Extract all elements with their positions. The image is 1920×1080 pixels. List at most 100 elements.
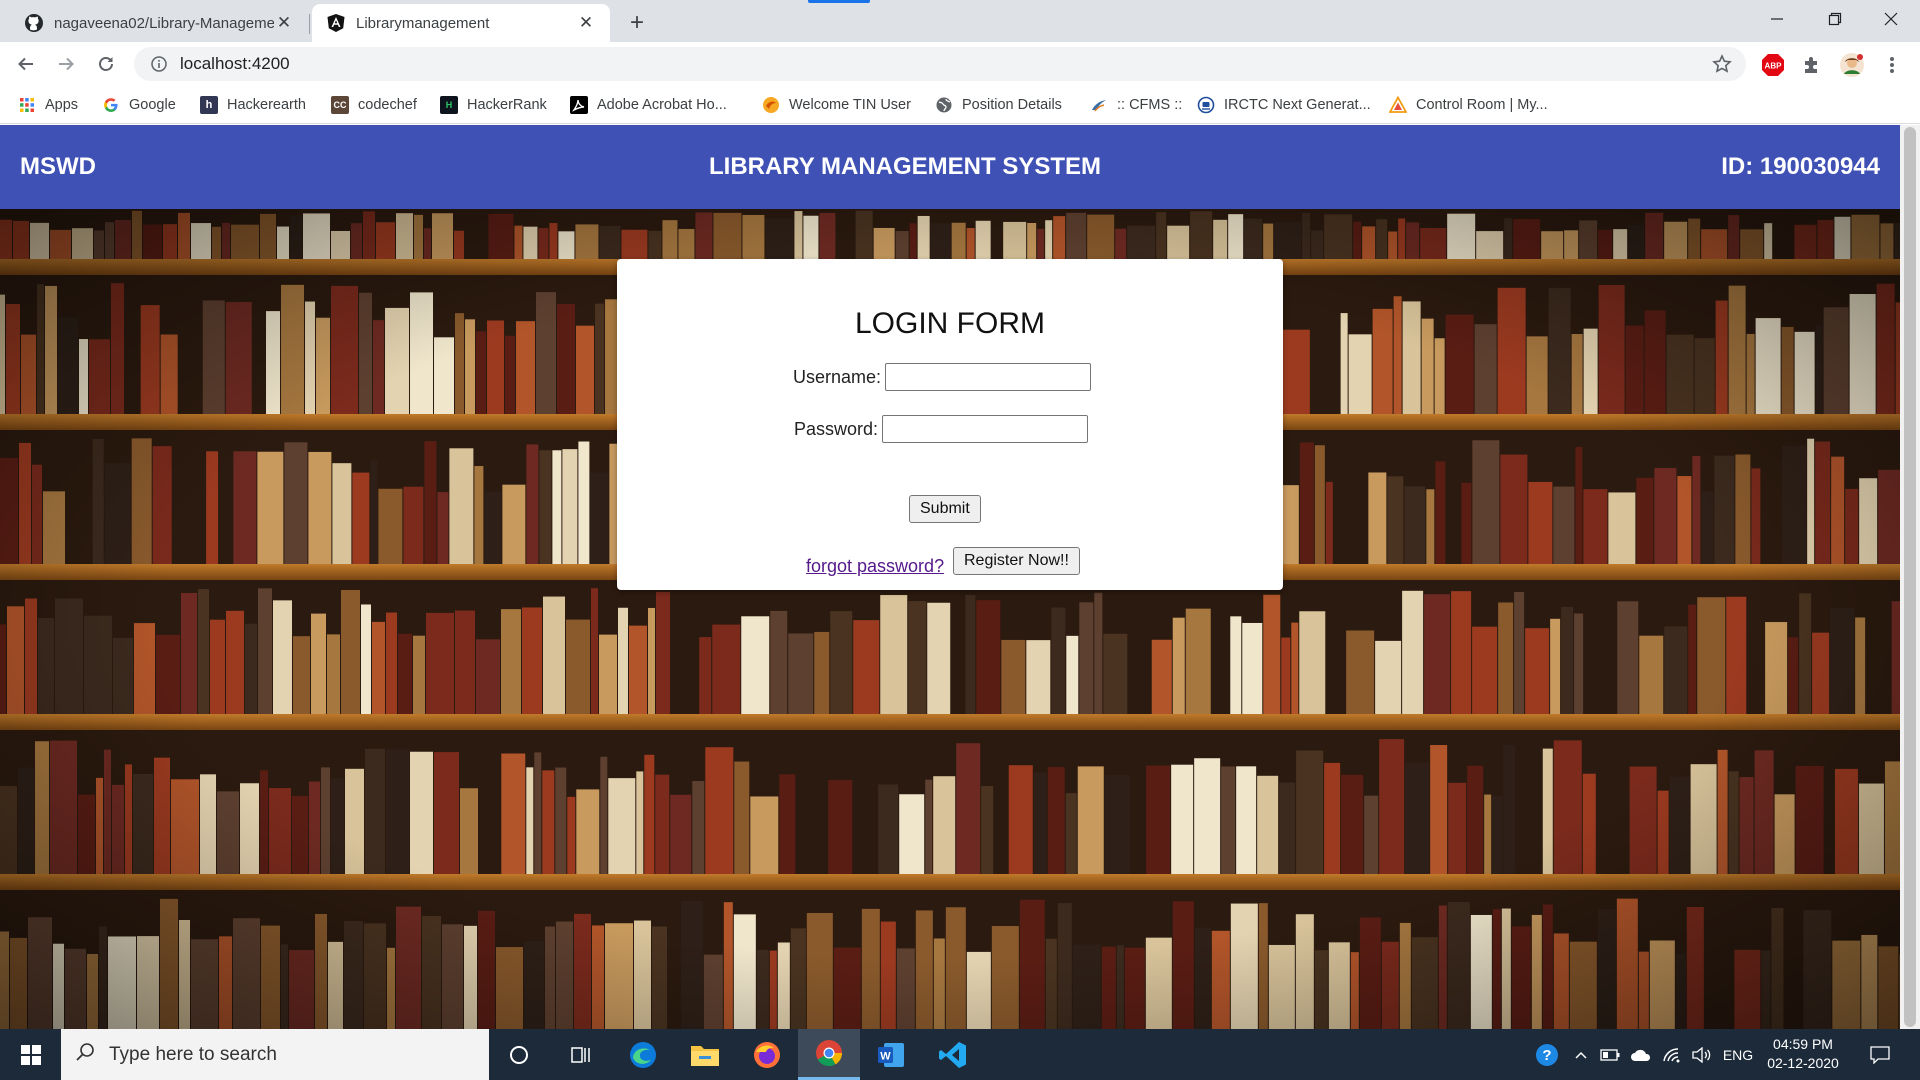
windows-start-icon[interactable] (0, 1029, 62, 1080)
password-row: Password: (794, 415, 1089, 443)
user-id-label: ID: 190030944 (1721, 153, 1880, 180)
bookmark-cfms[interactable]: :: CFMS :: (1090, 94, 1182, 116)
language-indicator[interactable]: ENG (1718, 1029, 1758, 1080)
bookmark-irctc[interactable]: IRCTC Next Generat... (1197, 94, 1371, 116)
vscode-icon[interactable] (922, 1029, 984, 1080)
username-label: Username: (793, 366, 882, 387)
wifi-icon[interactable] (1658, 1029, 1686, 1080)
angular-icon (326, 13, 346, 33)
adobe-acrobat-icon (570, 96, 588, 114)
chrome-icon[interactable] (798, 1029, 860, 1080)
svg-text:W: W (880, 1050, 891, 1062)
notifications-icon[interactable] (1860, 1029, 1900, 1080)
app-title: LIBRARY MANAGEMENT SYSTEM (708, 153, 1101, 180)
onedrive-icon[interactable] (1626, 1029, 1656, 1080)
close-tab-icon[interactable]: ✕ (576, 13, 596, 33)
password-input[interactable] (882, 415, 1089, 443)
system-clock[interactable]: 04:59 PM 02-12-2020 (1758, 1035, 1848, 1073)
password-label: Password: (794, 418, 879, 439)
bookmark-label: Adobe Acrobat Ho... (597, 97, 727, 113)
extensions-puzzle-icon[interactable] (1799, 52, 1825, 78)
file-explorer-icon[interactable] (674, 1029, 736, 1080)
info-icon[interactable] (148, 53, 170, 75)
login-form-title: LOGIN FORM (854, 307, 1045, 340)
forward-icon[interactable] (50, 48, 82, 80)
login-form-card: LOGIN FORM Username: Password: Submit fo… (617, 259, 1283, 590)
bookmark-label: Position Details (962, 97, 1062, 113)
bookmark-label: IRCTC Next Generat... (1224, 97, 1371, 113)
task-view-icon[interactable] (550, 1029, 612, 1080)
page-viewport: MSWD LIBRARY MANAGEMENT SYSTEM ID: 19003… (0, 125, 1900, 1029)
clock-date: 02-12-2020 (1767, 1055, 1839, 1071)
cortana-icon[interactable] (488, 1029, 550, 1080)
forgot-password-link[interactable]: forgot password? (806, 556, 944, 577)
apps-grid-icon (18, 96, 36, 114)
reload-icon[interactable] (90, 48, 122, 80)
bookmark-label: Welcome TIN User (789, 97, 911, 113)
search-icon (75, 1042, 95, 1068)
back-icon[interactable] (10, 48, 42, 80)
bookmark-codechef[interactable]: CC codechef (331, 94, 417, 116)
username-row: Username: (793, 363, 1092, 391)
new-tab-icon[interactable]: + (622, 8, 652, 38)
browser-menu-icon[interactable] (1879, 52, 1905, 78)
bookmark-hackerrank[interactable]: H HackerRank (440, 94, 547, 116)
tab-title: Librarymanagement (356, 14, 490, 32)
minimize-icon[interactable] (1748, 0, 1806, 38)
bookmark-hackerearth[interactable]: h Hackerearth (200, 94, 306, 116)
adblock-plus-icon[interactable]: ABP (1760, 52, 1786, 78)
bookmark-star-icon[interactable] (1712, 54, 1732, 79)
submit-button[interactable]: Submit (909, 495, 981, 523)
profile-avatar-icon[interactable] (1839, 52, 1865, 78)
bookmark-label: Apps (45, 97, 79, 113)
search-placeholder: Type here to search (109, 1043, 277, 1065)
codechef-icon: CC (331, 96, 349, 114)
page-scrollbar[interactable] (1900, 125, 1920, 1029)
word-icon[interactable]: W (860, 1029, 922, 1080)
svg-text:?: ? (1542, 1047, 1551, 1064)
address-bar[interactable]: localhost:4200 (134, 47, 1746, 81)
github-icon (24, 13, 44, 33)
irctc-icon (1197, 96, 1215, 114)
globe-icon (935, 96, 953, 114)
battery-icon[interactable] (1596, 1029, 1624, 1080)
firefox-icon[interactable] (736, 1029, 798, 1080)
bookmark-control-room[interactable]: Control Room | My... (1389, 94, 1548, 116)
restore-icon[interactable] (1806, 0, 1864, 38)
control-room-icon (1389, 96, 1407, 114)
tab-github[interactable]: nagaveena02/Library-Manageme ✕ (10, 4, 308, 42)
taskbar-search-box[interactable]: Type here to search (61, 1029, 489, 1080)
tab-divider (309, 14, 310, 34)
edge-browser-icon[interactable] (612, 1029, 674, 1080)
bookmark-label: HackerRank (467, 97, 547, 113)
tab-title: nagaveena02/Library-Manageme (54, 14, 274, 32)
tab-librarymanagement[interactable]: Librarymanagement ✕ (312, 4, 610, 42)
bookmark-label: Hackerearth (227, 97, 306, 113)
chevron-up-icon[interactable] (1568, 1029, 1594, 1080)
bookmark-google[interactable]: Google (102, 94, 176, 116)
clock-time: 04:59 PM (1773, 1036, 1833, 1052)
google-icon (102, 96, 120, 114)
bookmark-welcome-tin[interactable]: Welcome TIN User (762, 94, 911, 116)
bookmark-apps[interactable]: Apps (18, 94, 78, 116)
bookmark-label: Control Room | My... (1416, 97, 1548, 113)
browser-toolbar: localhost:4200 ABP (0, 42, 1920, 86)
hackerearth-icon: h (200, 96, 218, 114)
tab-loading-indicator (808, 0, 870, 3)
tin-icon (762, 96, 780, 114)
volume-icon[interactable] (1688, 1029, 1716, 1080)
close-window-icon[interactable] (1862, 0, 1920, 38)
help-icon[interactable]: ? (1526, 1029, 1568, 1080)
cfms-icon (1090, 96, 1108, 114)
register-button[interactable]: Register Now!! (953, 547, 1080, 575)
bookmark-label: :: CFMS :: (1117, 97, 1183, 113)
bookmark-label: Google (129, 97, 176, 113)
scrollbar-thumb[interactable] (1904, 127, 1916, 1027)
bookmark-position-details[interactable]: Position Details (935, 94, 1062, 116)
bookmark-adobe-acrobat[interactable]: Adobe Acrobat Ho... (570, 94, 727, 116)
close-tab-icon[interactable]: ✕ (274, 13, 294, 33)
browser-tab-strip: nagaveena02/Library-Manageme ✕ Libraryma… (0, 0, 1920, 42)
bookmark-label: codechef (358, 97, 417, 113)
address-text: localhost:4200 (180, 54, 290, 73)
username-input[interactable] (885, 363, 1092, 391)
